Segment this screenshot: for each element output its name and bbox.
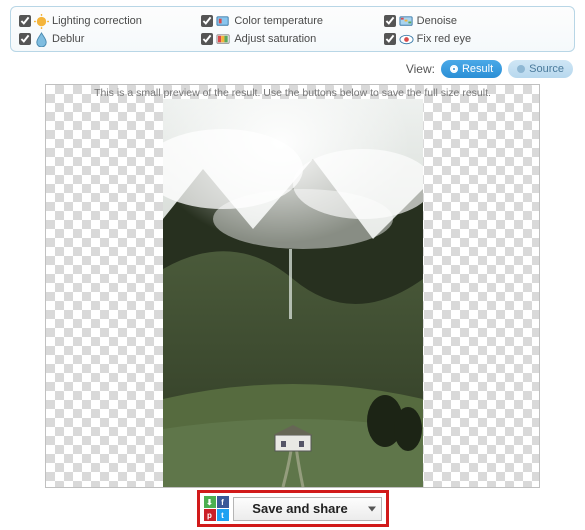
eye-icon	[399, 32, 414, 47]
tab-source[interactable]: Source	[508, 60, 573, 78]
opt-lighting-check[interactable]	[19, 15, 31, 27]
drop-icon	[34, 32, 49, 47]
opt-redeye[interactable]: Fix red eye	[384, 31, 566, 47]
facebook-icon[interactable]: f	[217, 496, 229, 508]
save-share-bar: ⬇ f p t Save and share	[197, 490, 389, 527]
opt-saturation-check[interactable]	[201, 33, 213, 45]
tab-result[interactable]: Result	[441, 60, 502, 78]
opt-colortemp-check[interactable]	[201, 15, 213, 27]
view-label: View:	[406, 62, 435, 76]
radio-dot-icon	[450, 65, 458, 73]
effects-panel: Lighting correction Color temperature De…	[10, 6, 575, 52]
sun-icon	[34, 14, 49, 29]
opt-colortemp-label: Color temperature	[234, 15, 323, 27]
opt-deblur-check[interactable]	[19, 33, 31, 45]
tab-result-label: Result	[462, 63, 493, 75]
share-icons: ⬇ f p t	[204, 496, 229, 521]
pinterest-icon[interactable]: p	[204, 509, 216, 521]
opt-saturation[interactable]: Adjust saturation	[201, 31, 383, 47]
preview-checkerboard: This is a small preview of the result. U…	[46, 85, 539, 487]
radio-dot-icon	[517, 65, 525, 73]
noise-icon	[399, 14, 414, 29]
view-toggle-row: View: Result Source	[0, 56, 585, 84]
thermo-icon	[216, 14, 231, 29]
save-and-share-button[interactable]: Save and share	[233, 497, 382, 521]
opt-redeye-label: Fix red eye	[417, 33, 471, 45]
preview-frame: This is a small preview of the result. U…	[45, 84, 540, 488]
opt-deblur-label: Deblur	[52, 33, 84, 45]
tab-source-label: Source	[529, 63, 564, 75]
preview-caption: This is a small preview of the result. U…	[46, 87, 539, 99]
opt-deblur[interactable]: Deblur	[19, 31, 201, 47]
download-icon[interactable]: ⬇	[204, 496, 216, 508]
twitter-icon[interactable]: t	[217, 509, 229, 521]
preview-image	[163, 99, 423, 487]
opt-denoise-check[interactable]	[384, 15, 396, 27]
opt-denoise-label: Denoise	[417, 15, 457, 27]
opt-saturation-label: Adjust saturation	[234, 33, 316, 45]
opt-lighting-label: Lighting correction	[52, 15, 142, 27]
opt-lighting[interactable]: Lighting correction	[19, 13, 201, 29]
sat-icon	[216, 32, 231, 47]
opt-colortemp[interactable]: Color temperature	[201, 13, 383, 29]
opt-redeye-check[interactable]	[384, 33, 396, 45]
opt-denoise[interactable]: Denoise	[384, 13, 566, 29]
